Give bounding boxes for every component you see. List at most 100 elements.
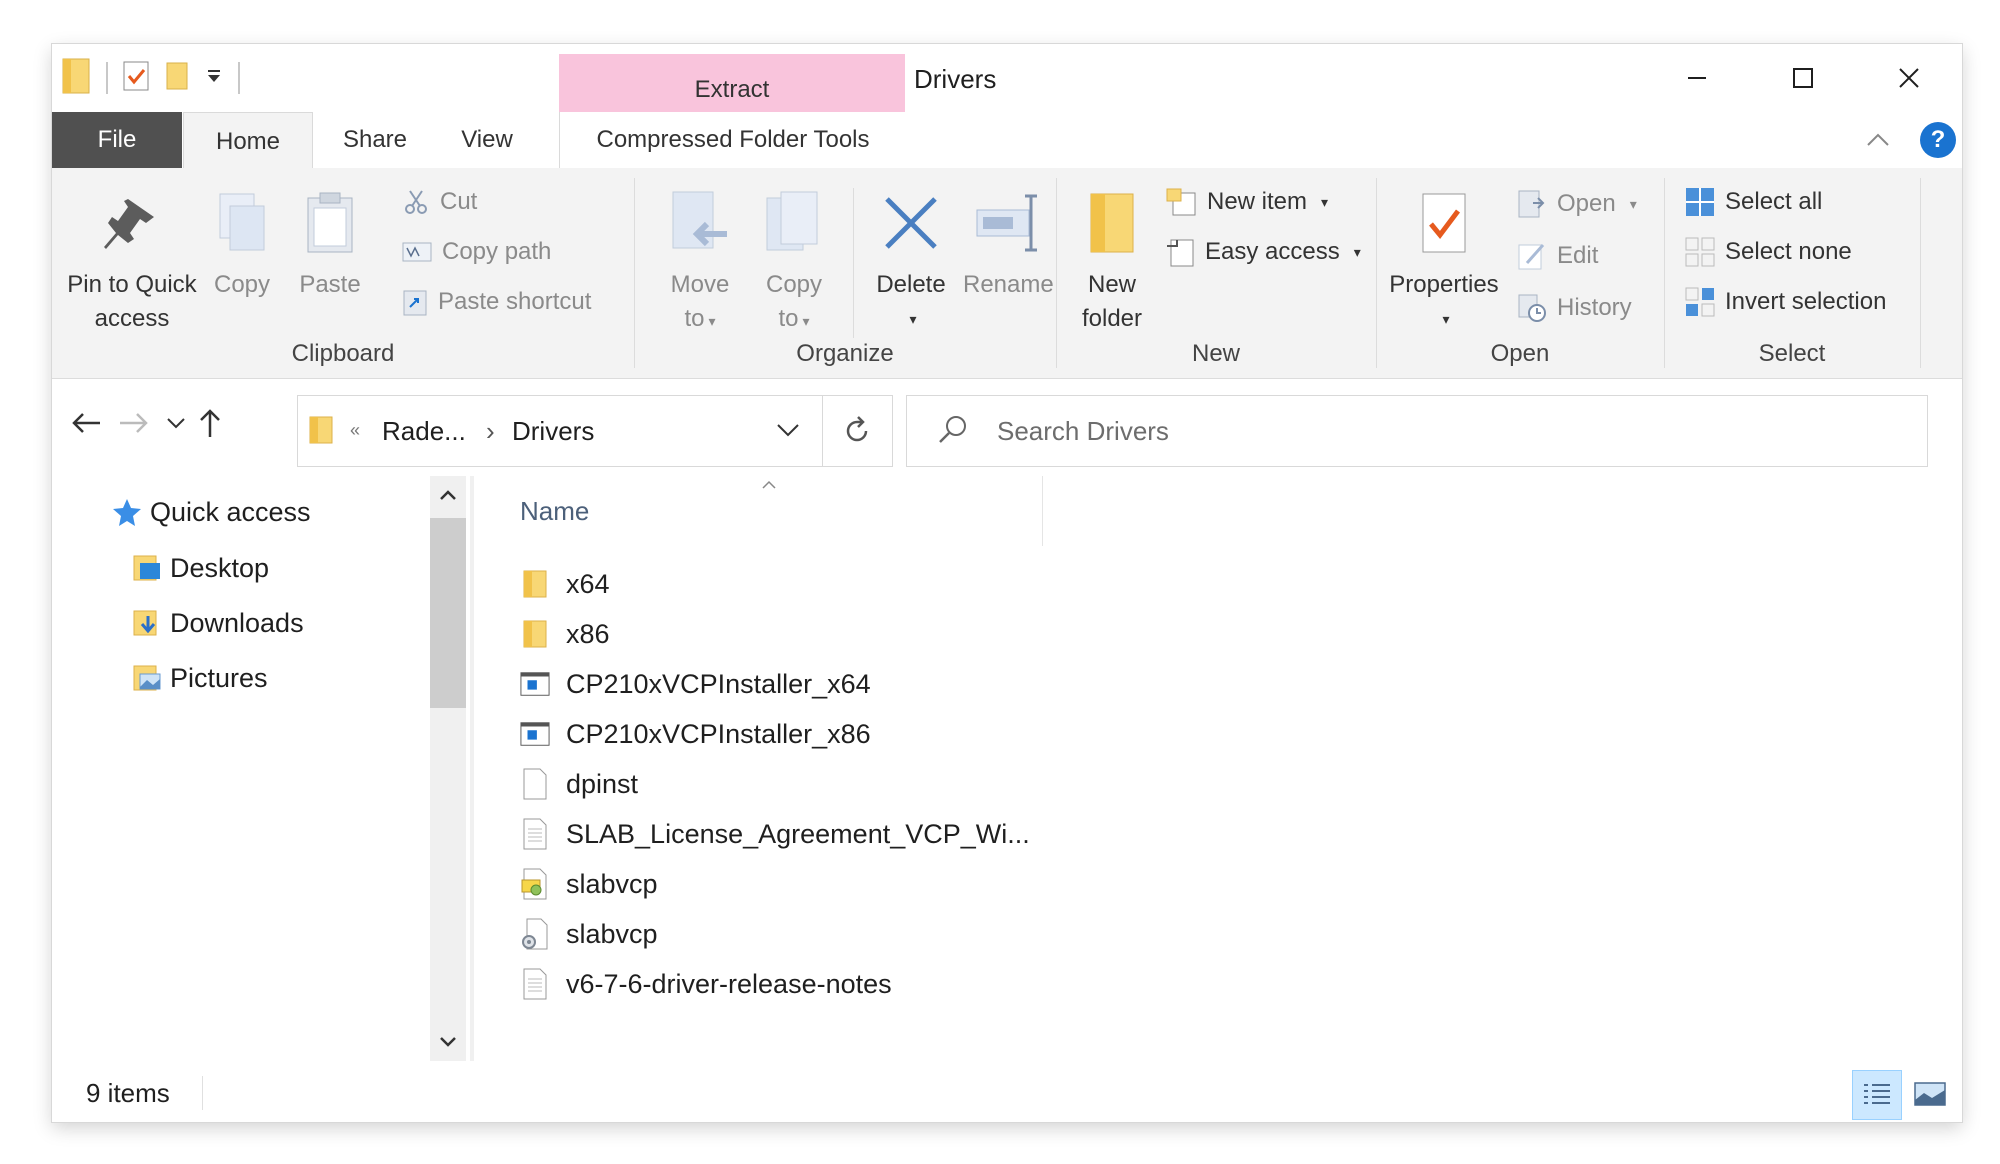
back-button[interactable] xyxy=(64,401,108,445)
select-all-button[interactable]: Select all xyxy=(1685,182,1822,222)
minimize-button[interactable] xyxy=(1644,44,1750,112)
nav-desktop[interactable]: Desktop xyxy=(132,546,498,590)
file-row[interactable]: x64 xyxy=(520,560,610,608)
breadcrumb-parent[interactable]: Rade... xyxy=(382,416,466,447)
move-to-button[interactable]: Move to ▾ xyxy=(655,178,745,338)
breadcrumb-separator[interactable]: › xyxy=(486,416,495,447)
scroll-up-button[interactable] xyxy=(430,476,466,514)
nav-pictures-label: Pictures xyxy=(170,662,268,693)
open-group-label: Open xyxy=(1490,340,1550,367)
tab-compressed-folder-tools[interactable]: Compressed Folder Tools xyxy=(559,112,906,168)
history-icon xyxy=(1518,294,1546,322)
text-file-icon xyxy=(520,818,550,850)
customize-qat-dropdown[interactable] xyxy=(204,66,224,91)
collapse-ribbon-button[interactable] xyxy=(1864,126,1892,159)
invert-selection-button[interactable]: Invert selection xyxy=(1685,282,1886,322)
maximize-button[interactable] xyxy=(1750,44,1856,112)
clipboard-group: Pin to Quick access Copy Paste Cut Copy … xyxy=(52,168,634,378)
new-folder-button[interactable]: New folder xyxy=(1067,178,1157,336)
new-group-label: New xyxy=(1191,340,1240,367)
file-row[interactable]: CP210xVCPInstaller_x64 xyxy=(520,660,871,708)
nav-downloads[interactable]: Downloads xyxy=(132,601,498,645)
easy-access-label: Easy access xyxy=(1205,238,1340,265)
file-row[interactable]: v6-7-6-driver-release-notes xyxy=(520,960,892,1008)
refresh-icon xyxy=(846,416,868,442)
file-row[interactable]: slabvcp xyxy=(520,910,658,958)
file-row[interactable]: dpinst xyxy=(520,760,638,808)
scrollbar-thumb[interactable] xyxy=(430,518,466,708)
organize-group-label: Organize xyxy=(796,340,894,367)
chevron-down-icon: ▾ xyxy=(1353,243,1361,260)
help-button[interactable]: ? xyxy=(1920,122,1956,158)
chevron-down-icon: ▾ xyxy=(1629,195,1637,212)
pin-to-quick-access-button[interactable]: Pin to Quick access xyxy=(64,178,200,336)
rename-button[interactable]: Rename xyxy=(963,178,1054,302)
edit-button[interactable]: Edit xyxy=(1517,236,1598,276)
nav-quick-access[interactable]: Quick access xyxy=(112,490,311,534)
file-row[interactable]: SLAB_License_Agreement_VCP_Wi... xyxy=(520,810,1030,858)
desktop-folder-icon xyxy=(133,555,160,581)
pin-label-1: Pin to Quick xyxy=(67,271,197,298)
new-folder-qat-icon[interactable] xyxy=(164,60,190,97)
open-button[interactable]: Open ▾ xyxy=(1517,184,1637,224)
organize-group: Move to ▾ Copy to ▾ Delete ▾ Rename Organi… xyxy=(635,168,1055,378)
breadcrumb-current[interactable]: Drivers xyxy=(512,416,594,447)
address-bar[interactable]: « Rade... › Drivers xyxy=(297,395,823,467)
quick-access-toolbar xyxy=(62,56,240,100)
paste-shortcut-button[interactable]: Paste shortcut xyxy=(402,282,591,322)
chevron-down-icon: ▾ xyxy=(1321,193,1329,210)
tab-share[interactable]: Share xyxy=(320,112,430,168)
nav-pictures[interactable]: Pictures xyxy=(132,656,498,700)
forward-button[interactable] xyxy=(112,401,156,445)
column-header-name[interactable]: Name xyxy=(474,476,1043,546)
up-button[interactable] xyxy=(188,401,232,445)
application-icon xyxy=(520,671,550,697)
edit-label: Edit xyxy=(1557,242,1599,269)
paste-shortcut-label: Paste shortcut xyxy=(438,288,592,315)
chevron-up-icon xyxy=(440,490,456,500)
scroll-down-button[interactable] xyxy=(430,1023,466,1061)
copy-button[interactable]: Copy xyxy=(202,178,282,302)
refresh-button[interactable] xyxy=(822,395,893,467)
address-dropdown-button[interactable] xyxy=(776,422,800,443)
tab-home[interactable]: Home xyxy=(183,112,313,170)
tab-view[interactable]: View xyxy=(437,112,537,168)
new-item-icon xyxy=(1166,188,1196,216)
folder-icon xyxy=(520,568,550,600)
search-icon xyxy=(937,414,969,451)
details-view-button[interactable] xyxy=(1852,1070,1902,1120)
new-item-button[interactable]: New item ▾ xyxy=(1165,182,1328,222)
file-row[interactable]: CP210xVCPInstaller_x86 xyxy=(520,710,871,758)
large-icons-view-button[interactable] xyxy=(1906,1070,1954,1118)
tab-file[interactable]: File xyxy=(52,112,182,168)
history-button[interactable]: History xyxy=(1517,288,1632,328)
close-button[interactable] xyxy=(1856,44,1962,112)
open-label: Open xyxy=(1557,190,1616,217)
select-none-button[interactable]: Select none xyxy=(1685,232,1852,272)
chevron-down-icon: ▾ xyxy=(1442,311,1450,327)
properties-button[interactable]: Properties ▾ xyxy=(1383,178,1505,336)
address-overflow[interactable]: « xyxy=(350,420,360,441)
clipboard-group-label: Clipboard xyxy=(291,340,395,367)
text-file-icon xyxy=(520,968,550,1000)
open-group: Properties ▾ Open ▾ Edit History Open xyxy=(1377,168,1663,378)
search-box[interactable] xyxy=(906,395,1928,467)
paste-button[interactable]: Paste xyxy=(290,178,370,302)
paste-label: Paste xyxy=(299,271,361,298)
copy-to-button[interactable]: Copy to ▾ xyxy=(749,178,839,338)
history-label: History xyxy=(1557,294,1632,321)
delete-button[interactable]: Delete ▾ xyxy=(859,178,963,336)
file-row[interactable]: slabvcp xyxy=(520,860,658,908)
properties-qat-icon[interactable] xyxy=(122,60,150,97)
file-row[interactable]: x86 xyxy=(520,610,610,658)
easy-access-button[interactable]: Easy access ▾ xyxy=(1165,232,1361,272)
move-to-label-2: to xyxy=(684,305,705,332)
chevron-down-icon xyxy=(777,424,799,437)
large-icons-view-icon xyxy=(1914,1082,1946,1106)
application-icon xyxy=(520,721,550,747)
pin-label-2: access xyxy=(94,305,170,332)
copy-path-button[interactable]: Copy path xyxy=(402,232,551,272)
navigation-pane-scrollbar[interactable] xyxy=(430,476,466,1061)
cut-button[interactable]: Cut xyxy=(402,182,477,222)
search-input[interactable] xyxy=(995,408,1899,454)
